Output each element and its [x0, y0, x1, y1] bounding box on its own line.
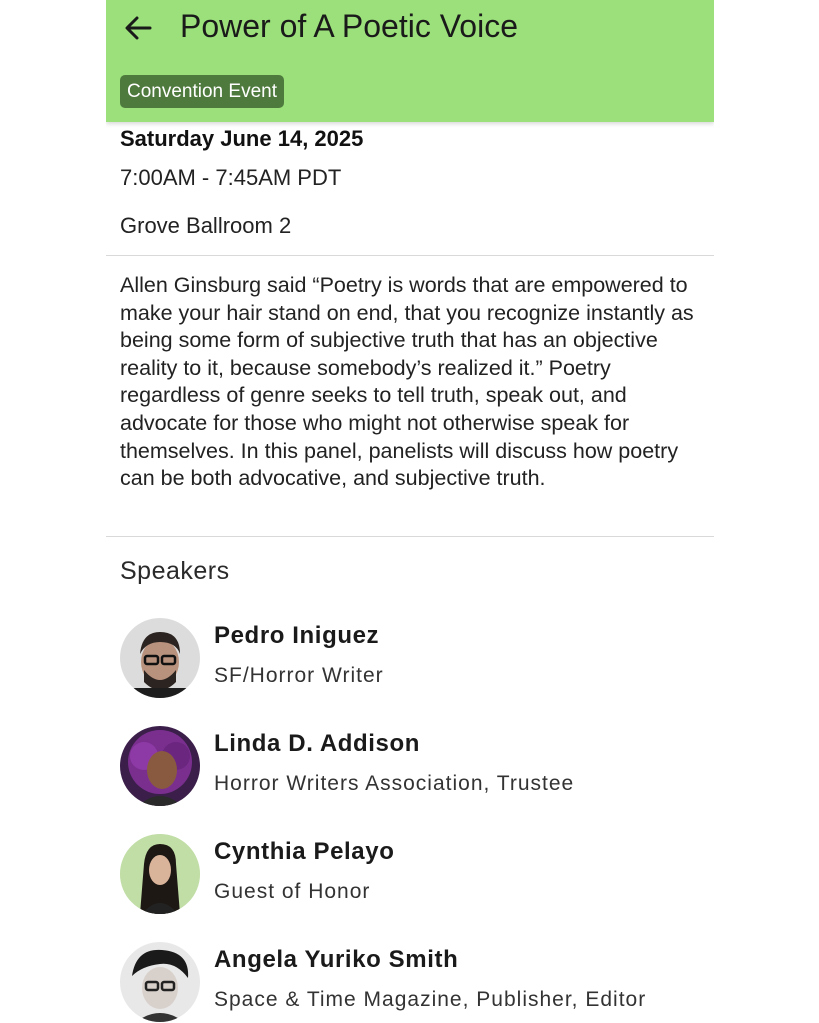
- app-bar: Power of A Poetic Voice Convention Event: [106, 0, 714, 122]
- speaker-name: Cynthia Pelayo: [214, 838, 395, 865]
- speaker-avatar: [120, 618, 200, 698]
- speaker-role: Space & Time Magazine, Publisher, Editor: [214, 988, 647, 1011]
- speaker-avatar: [120, 726, 200, 806]
- avatar-photo: [120, 942, 200, 1022]
- speaker-role: Horror Writers Association, Trustee: [214, 772, 575, 795]
- speaker-avatar: [120, 942, 200, 1022]
- speakers-heading: Speakers: [120, 557, 230, 585]
- back-button[interactable]: [118, 8, 158, 48]
- event-date: Saturday June 14, 2025: [120, 126, 364, 151]
- divider: [106, 255, 714, 256]
- divider: [106, 536, 714, 537]
- speaker-item-linda-d-addison[interactable]: Linda D. Addison Horror Writers Associat…: [106, 726, 714, 826]
- avatar-photo: [120, 618, 200, 698]
- event-description: Allen Ginsburg said “Poetry is words tha…: [120, 273, 694, 491]
- speaker-item-angela-yuriko-smith[interactable]: Angela Yuriko Smith Space & Time Magazin…: [106, 942, 714, 1023]
- speaker-name: Pedro Iniguez: [214, 622, 380, 649]
- event-time: 7:00AM - 7:45AM PDT: [120, 165, 342, 190]
- speaker-name: Angela Yuriko Smith: [214, 946, 459, 973]
- speaker-role: SF/Horror Writer: [214, 664, 384, 687]
- speaker-role: Guest of Honor: [214, 880, 371, 903]
- event-detail-screen: Power of A Poetic Voice Convention Event…: [106, 0, 714, 1023]
- event-category-chip: Convention Event: [120, 75, 284, 108]
- avatar-photo: [120, 726, 200, 806]
- speaker-avatar: [120, 834, 200, 914]
- speaker-item-cynthia-pelayo[interactable]: Cynthia Pelayo Guest of Honor: [106, 834, 714, 934]
- speaker-name: Linda D. Addison: [214, 730, 421, 757]
- event-location: Grove Ballroom 2: [120, 213, 292, 238]
- page-title: Power of A Poetic Voice: [180, 8, 518, 44]
- arrow-left-icon: [125, 16, 152, 40]
- avatar-photo: [120, 834, 200, 914]
- speaker-item-pedro-iniguez[interactable]: Pedro Iniguez SF/Horror Writer: [106, 618, 714, 718]
